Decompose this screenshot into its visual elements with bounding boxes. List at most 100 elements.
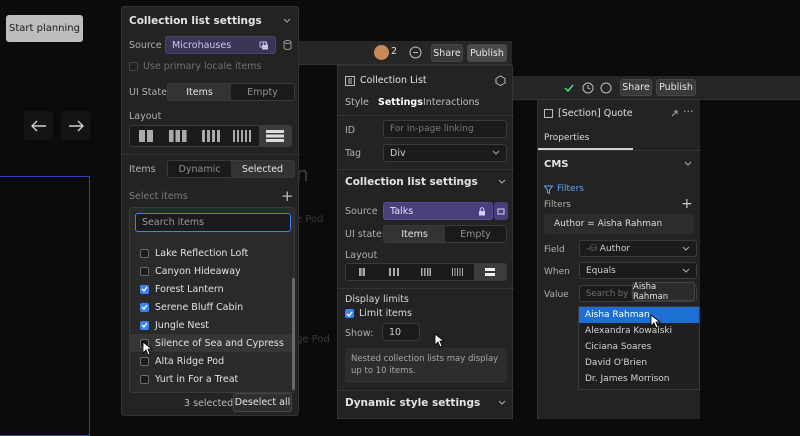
layout-1-col[interactable]: [130, 126, 162, 146]
layout-3-col[interactable]: [194, 126, 226, 146]
more-icon[interactable]: ···: [683, 105, 694, 118]
layout-3-col[interactable]: [410, 264, 442, 280]
database-icon[interactable]: [283, 40, 292, 50]
dropdown-option[interactable]: Alexandra Kowalski: [579, 323, 699, 339]
items-dynamic[interactable]: Dynamic: [168, 161, 231, 177]
list-item[interactable]: Jungle Nest: [130, 316, 292, 334]
chevron-down-icon[interactable]: [684, 161, 692, 167]
checkbox[interactable]: [140, 284, 149, 294]
primary-locale-checkbox[interactable]: Use primary locale items: [129, 61, 261, 72]
dropdown-option[interactable]: David O'Brien: [579, 355, 699, 371]
show-limit-input[interactable]: 10: [382, 323, 420, 341]
tab-properties[interactable]: Properties: [544, 133, 589, 143]
grid-3-icon: [421, 268, 431, 276]
tag-select[interactable]: Div: [383, 144, 507, 162]
field-select[interactable]: -⛁ Author: [579, 240, 697, 257]
when-label: When: [544, 267, 570, 277]
collection-link-icon[interactable]: [259, 40, 269, 50]
add-item-icon[interactable]: +: [281, 187, 294, 205]
selected-count: 3 selected: [184, 398, 234, 409]
avatar[interactable]: [374, 45, 389, 60]
source-select[interactable]: Talks: [383, 202, 493, 220]
layout-4-col[interactable]: [442, 264, 474, 280]
scrollbar[interactable]: [292, 278, 295, 390]
ui-state-empty[interactable]: Empty: [445, 226, 506, 242]
publish-button[interactable]: Publish: [467, 44, 507, 62]
chevron-down-icon[interactable]: [498, 400, 506, 406]
collection-list-icon: [345, 75, 355, 86]
layout-rows[interactable]: [258, 126, 291, 146]
id-input[interactable]: For in-page linking: [383, 120, 507, 138]
filter-chip[interactable]: Author = Aisha Rahman: [544, 214, 694, 234]
tab-style[interactable]: Style: [345, 97, 369, 108]
layout-toggle[interactable]: [129, 125, 292, 147]
ui-state-empty[interactable]: Empty: [231, 84, 294, 100]
source-label: Source: [345, 206, 378, 217]
filters-link[interactable]: Filters: [544, 184, 584, 194]
chevron-down-icon[interactable]: [498, 179, 506, 185]
add-filter-icon[interactable]: +: [681, 196, 693, 212]
comment-icon[interactable]: [600, 82, 612, 94]
publish-button[interactable]: Publish: [656, 79, 696, 96]
items-selected[interactable]: Selected: [231, 161, 294, 177]
section-title: Collection list settings: [345, 176, 478, 188]
filter-icon: [544, 185, 553, 194]
items-mode-toggle[interactable]: Dynamic Selected: [167, 160, 295, 178]
list-item[interactable]: Forest Lantern: [130, 280, 292, 298]
ui-state-items[interactable]: Items: [384, 226, 445, 242]
layout-1-col[interactable]: [346, 264, 378, 280]
deselect-all-button[interactable]: Deselect all: [233, 393, 292, 412]
list-item[interactable]: Lake Reflection Loft: [130, 244, 292, 262]
checkbox[interactable]: [129, 62, 138, 71]
layout-2-col[interactable]: [162, 126, 194, 146]
checkbox[interactable]: [345, 309, 354, 318]
pin-icon[interactable]: [670, 109, 679, 118]
search-items-input[interactable]: Search items: [135, 213, 291, 232]
checkbox[interactable]: [140, 248, 149, 258]
chevron-down-icon: [682, 268, 690, 273]
start-planning-button[interactable]: Start planning: [6, 15, 83, 42]
list-item[interactable]: Canyon Hideaway: [130, 262, 292, 280]
layout-rows[interactable]: [474, 264, 506, 280]
next-arrow-button[interactable]: [61, 111, 90, 140]
id-label: ID: [345, 125, 356, 136]
share-button[interactable]: Share: [620, 79, 652, 96]
layout-4-col[interactable]: [227, 126, 259, 146]
tab-settings[interactable]: Settings: [378, 97, 423, 108]
checkbox[interactable]: [140, 356, 149, 366]
arrow-right-icon: [68, 120, 84, 131]
check-icon: [141, 322, 148, 328]
limit-items-checkbox[interactable]: Limit items: [345, 308, 412, 319]
chevron-down-icon[interactable]: [283, 18, 291, 24]
dropdown-option[interactable]: Ciciana Soares: [579, 339, 699, 355]
check-icon: [141, 286, 148, 292]
history-icon[interactable]: [582, 82, 594, 94]
checkbox[interactable]: [140, 302, 149, 312]
list-item[interactable]: Alta Ridge Pod: [130, 352, 292, 370]
ui-state-toggle[interactable]: Items Empty: [383, 225, 507, 243]
tag-label: Tag: [345, 148, 362, 159]
mouse-cursor-icon: [142, 341, 154, 356]
ui-state-label: UI State: [129, 87, 167, 98]
dropdown-option[interactable]: Dr. James Morrison: [579, 371, 699, 387]
share-button[interactable]: Share: [431, 44, 463, 62]
grid-1-icon: [359, 268, 365, 276]
layout-toggle[interactable]: [345, 263, 507, 281]
layout-2-col[interactable]: [378, 264, 410, 280]
component-icon[interactable]: [495, 75, 506, 86]
list-item[interactable]: Serene Bluff Cabin: [130, 298, 292, 316]
prev-arrow-button[interactable]: [24, 111, 53, 140]
comment-icon[interactable]: [409, 46, 422, 59]
dropdown-option[interactable]: Aisha Rahman: [579, 307, 699, 323]
checkbox[interactable]: [140, 374, 149, 384]
list-item[interactable]: Silence of Sea and Cypress: [130, 334, 292, 352]
tab-interactions[interactable]: Interactions: [423, 97, 480, 108]
checkbox[interactable]: [140, 320, 149, 330]
ui-state-toggle[interactable]: Items Empty: [167, 83, 295, 101]
checkbox[interactable]: [140, 266, 149, 276]
ui-state-items[interactable]: Items: [168, 84, 231, 100]
source-link-button[interactable]: [494, 202, 508, 220]
show-label: Show:: [345, 328, 374, 339]
list-item[interactable]: Yurt in For a Treat: [130, 370, 292, 388]
when-select[interactable]: Equals: [579, 262, 697, 279]
